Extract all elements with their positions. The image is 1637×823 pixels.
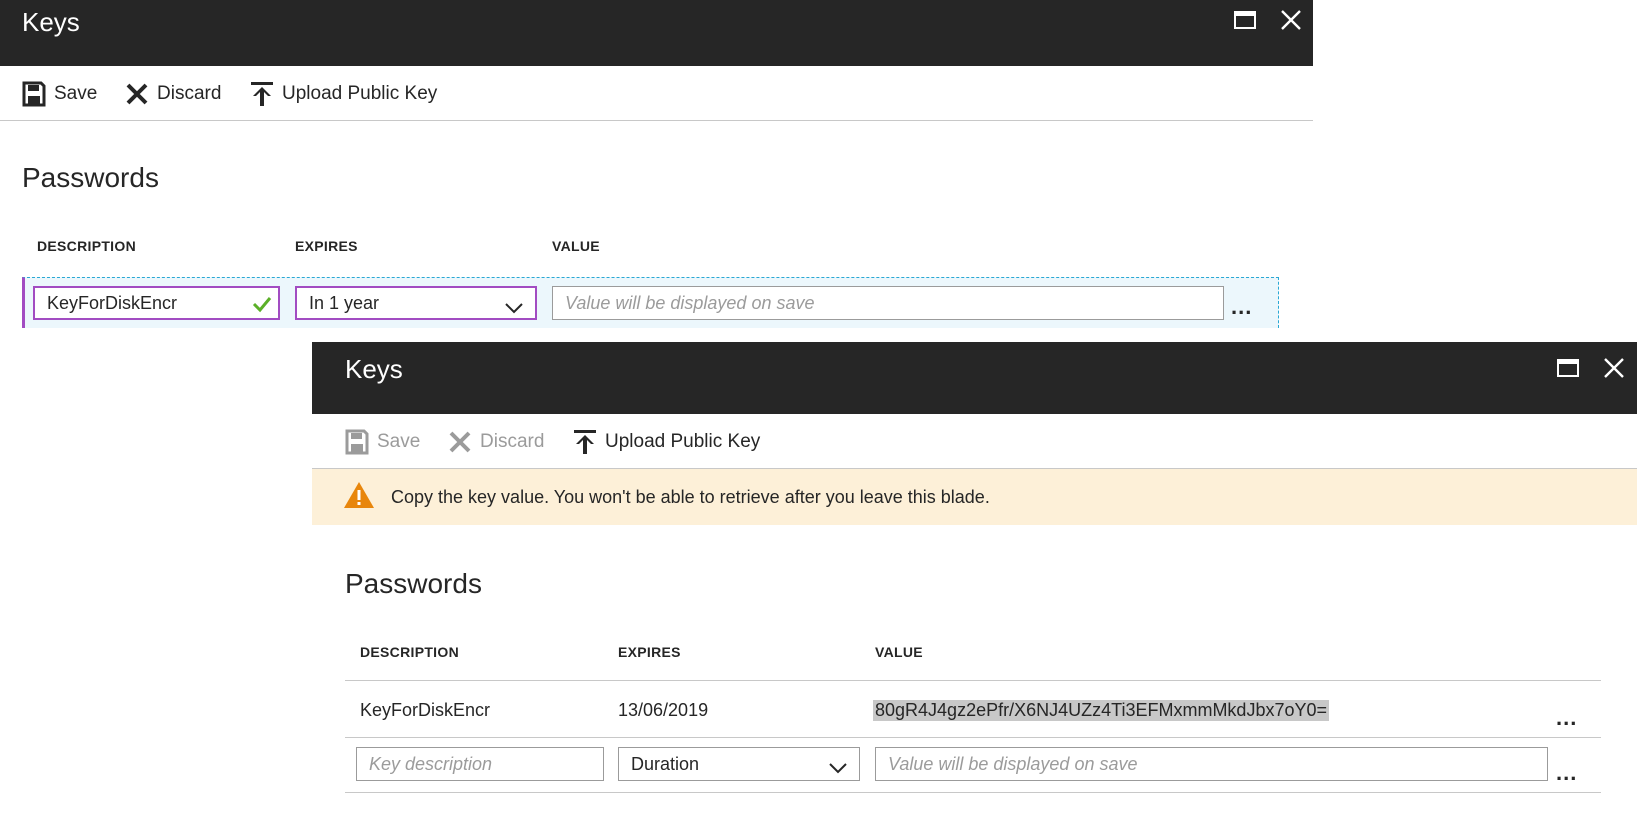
discard-label: Discard — [157, 83, 222, 104]
blade-toolbar: Save Discard Upload Public Key — [312, 414, 1637, 469]
section-title-passwords: Passwords — [22, 162, 159, 193]
row-key-value[interactable]: 80gR4J4gz2ePfr/X6NJ4UZz4Ti3EFMxmmMkdJbx7… — [873, 700, 1330, 721]
value-input[interactable]: Value will be displayed on save — [875, 747, 1548, 781]
blade-titlebar: Keys — [312, 342, 1637, 414]
column-header-value: VALUE — [552, 238, 600, 254]
more-options-button[interactable]: ... — [1556, 705, 1577, 731]
maximize-icon[interactable] — [1556, 356, 1580, 380]
upload-icon — [251, 82, 273, 106]
upload-label: Upload Public Key — [282, 83, 438, 104]
row-divider — [345, 737, 1601, 738]
save-icon — [345, 429, 369, 455]
blade-title: Keys — [22, 7, 80, 37]
save-label: Save — [377, 431, 421, 452]
blade-title: Keys — [345, 354, 403, 384]
duration-selected: Duration — [631, 753, 700, 774]
blade-toolbar: Save Discard Upload Public Key — [0, 66, 1313, 121]
chevron-down-icon — [505, 298, 523, 319]
key-description-placeholder: Key description — [369, 753, 493, 774]
warning-icon — [343, 481, 375, 514]
upload-public-key-button[interactable]: Upload Public Key — [573, 428, 760, 456]
column-header-description: DESCRIPTION — [37, 238, 136, 254]
key-description-input[interactable]: Key description — [356, 747, 604, 781]
section-title-passwords: Passwords — [345, 568, 482, 599]
column-header-value: VALUE — [875, 644, 923, 660]
keys-blade-front: Keys Save Discard Upload Public Key Copy… — [312, 342, 1637, 823]
discard-label: Discard — [480, 431, 545, 452]
column-header-description: DESCRIPTION — [360, 644, 459, 660]
keys-blade-back: Keys Save Discard Upload Public Key Pass… — [0, 0, 1313, 340]
upload-public-key-button[interactable]: Upload Public Key — [250, 80, 437, 108]
close-icon[interactable] — [1602, 356, 1626, 380]
row-divider — [345, 680, 1601, 681]
duration-select[interactable]: Duration — [618, 747, 860, 781]
more-options-button[interactable]: ... — [1231, 294, 1252, 320]
save-button[interactable]: Save — [22, 80, 97, 108]
warning-text: Copy the key value. You won't be able to… — [391, 486, 990, 507]
save-label: Save — [54, 83, 98, 104]
maximize-icon[interactable] — [1233, 8, 1257, 32]
discard-button[interactable]: Discard — [448, 428, 544, 456]
value-placeholder: Value will be displayed on save — [565, 292, 815, 313]
value-placeholder: Value will be displayed on save — [888, 753, 1138, 774]
save-button[interactable]: Save — [345, 428, 420, 456]
upload-icon — [574, 430, 596, 454]
description-input[interactable]: KeyForDiskEncr — [33, 286, 280, 320]
description-value: KeyForDiskEncr — [47, 292, 178, 313]
close-icon[interactable] — [1279, 8, 1303, 32]
value-input[interactable]: Value will be displayed on save — [552, 286, 1224, 320]
row-divider — [345, 792, 1601, 793]
check-icon — [252, 295, 272, 318]
more-options-button[interactable]: ... — [1556, 760, 1577, 786]
row-expires: 13/06/2019 — [618, 700, 709, 720]
upload-label: Upload Public Key — [605, 431, 761, 452]
save-icon — [22, 81, 46, 107]
discard-icon — [449, 431, 471, 453]
column-header-expires: EXPIRES — [618, 644, 681, 660]
warning-banner: Copy the key value. You won't be able to… — [312, 469, 1637, 525]
chevron-down-icon — [829, 758, 847, 779]
expires-selected: In 1 year — [309, 292, 380, 313]
expires-select[interactable]: In 1 year — [295, 286, 537, 320]
discard-icon — [126, 83, 148, 105]
column-header-expires: EXPIRES — [295, 238, 358, 254]
discard-button[interactable]: Discard — [125, 80, 221, 108]
row-description: KeyForDiskEncr — [360, 700, 491, 720]
blade-titlebar: Keys — [0, 0, 1313, 66]
